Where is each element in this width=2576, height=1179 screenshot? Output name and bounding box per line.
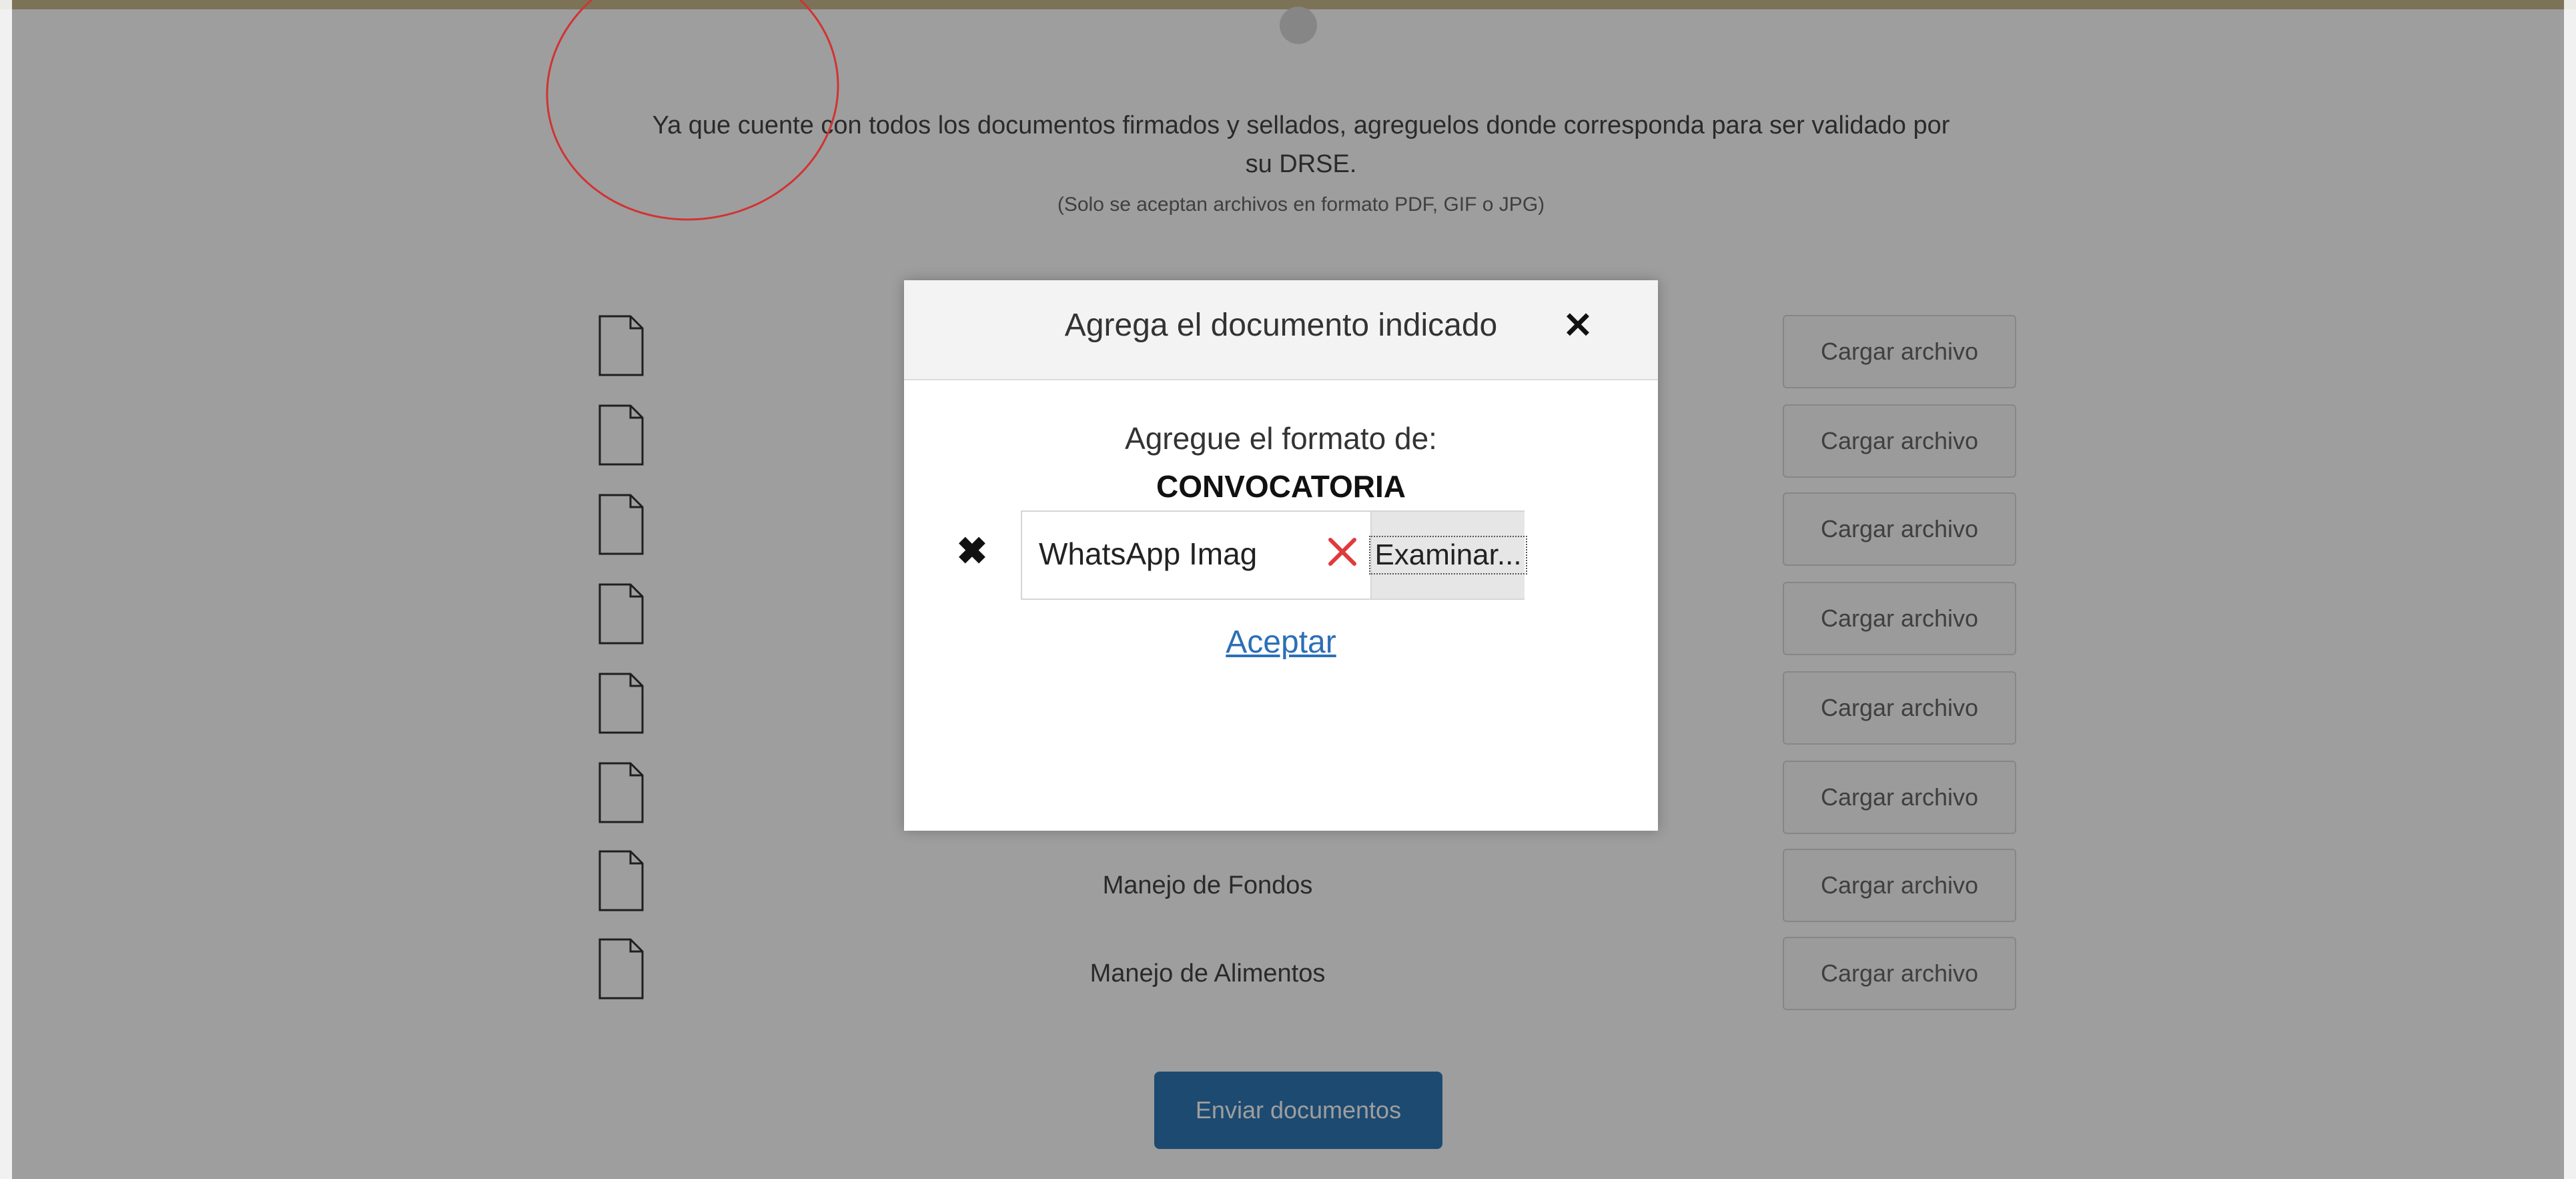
remove-icon[interactable]: ✖ bbox=[952, 531, 992, 571]
browse-button[interactable]: Examinar... bbox=[1369, 512, 1527, 599]
modal-subtitle: Agregue el formato de: bbox=[1125, 421, 1437, 456]
file-input[interactable]: WhatsApp Imag Examinar... bbox=[1021, 510, 1527, 600]
modal-header: Agrega el documento indicado ✕ bbox=[904, 280, 1658, 380]
upload-modal: Agrega el documento indicado ✕ Agregue e… bbox=[904, 280, 1658, 831]
accept-link[interactable]: Aceptar bbox=[904, 624, 1658, 661]
file-name: WhatsApp Imag bbox=[1039, 536, 1258, 571]
frame-left bbox=[0, 0, 12, 1179]
close-icon[interactable]: ✕ bbox=[1558, 306, 1598, 346]
modal-title: Agrega el documento indicado bbox=[1064, 308, 1498, 343]
frame-right bbox=[2564, 0, 2576, 1179]
format-name: CONVOCATORIA bbox=[1156, 469, 1406, 504]
clear-icon[interactable] bbox=[1316, 525, 1369, 578]
browse-label: Examinar... bbox=[1369, 536, 1527, 574]
